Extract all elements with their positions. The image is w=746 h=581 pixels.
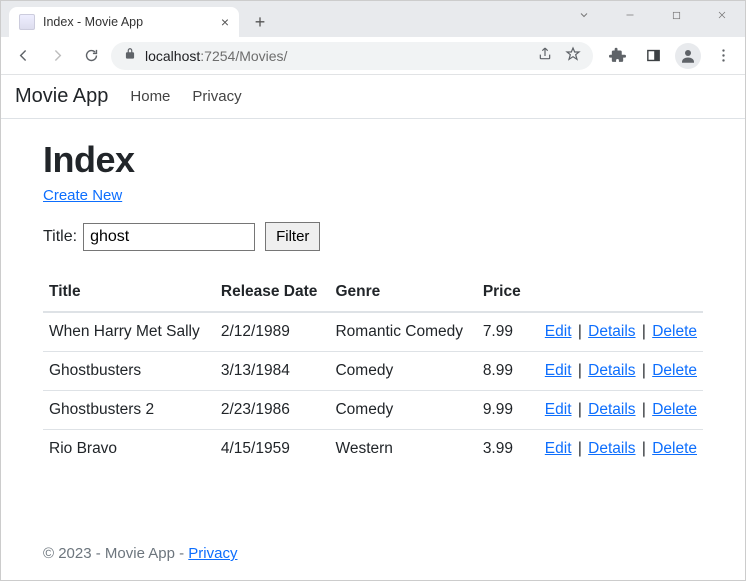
cell-actions: Edit | Details | Delete — [530, 430, 703, 469]
reload-button[interactable] — [77, 42, 105, 70]
create-new-link[interactable]: Create New — [43, 187, 122, 204]
new-tab-button[interactable]: + — [245, 7, 275, 37]
filter-button[interactable]: Filter — [265, 222, 320, 251]
cell-title: Rio Bravo — [43, 430, 215, 469]
col-actions — [530, 273, 703, 312]
table-row: Rio Bravo4/15/1959Western3.99Edit | Deta… — [43, 430, 703, 469]
back-button[interactable] — [9, 42, 37, 70]
share-icon[interactable] — [537, 46, 553, 65]
lock-icon — [123, 47, 137, 64]
cell-release: 4/15/1959 — [215, 430, 330, 469]
browser-tab[interactable]: Index - Movie App × — [9, 7, 239, 37]
close-tab-button[interactable]: × — [221, 15, 229, 29]
table-row: When Harry Met Sally2/12/1989Romantic Co… — [43, 312, 703, 352]
col-price: Price — [477, 273, 530, 312]
kebab-menu-icon[interactable] — [709, 42, 737, 70]
cell-release: 2/12/1989 — [215, 312, 330, 352]
title-filter-input[interactable] — [83, 223, 255, 251]
chevron-down-icon[interactable] — [561, 1, 607, 29]
edit-link[interactable]: Edit — [545, 440, 572, 457]
page-title: Index — [43, 139, 703, 181]
side-panel-icon[interactable] — [639, 42, 667, 70]
brand-link[interactable]: Movie App — [15, 85, 108, 108]
details-link[interactable]: Details — [588, 323, 635, 340]
cell-genre: Comedy — [329, 391, 476, 430]
cell-price: 7.99 — [477, 312, 530, 352]
edit-link[interactable]: Edit — [545, 362, 572, 379]
cell-actions: Edit | Details | Delete — [530, 391, 703, 430]
cell-actions: Edit | Details | Delete — [530, 352, 703, 391]
url-text: localhost:7254/Movies/ — [145, 48, 287, 64]
edit-link[interactable]: Edit — [545, 401, 572, 418]
cell-price: 3.99 — [477, 430, 530, 469]
movies-table: Title Release Date Genre Price When Harr… — [43, 273, 703, 468]
filter-form: Title: Filter — [43, 222, 703, 251]
cell-title: Ghostbusters 2 — [43, 391, 215, 430]
cell-actions: Edit | Details | Delete — [530, 312, 703, 352]
delete-link[interactable]: Delete — [652, 323, 697, 340]
cell-genre: Romantic Comedy — [329, 312, 476, 352]
col-title: Title — [43, 273, 215, 312]
footer-text: © 2023 - Movie App - — [43, 545, 188, 562]
cell-release: 2/23/1986 — [215, 391, 330, 430]
app-navbar: Movie App Home Privacy — [1, 75, 745, 119]
col-release: Release Date — [215, 273, 330, 312]
cell-genre: Western — [329, 430, 476, 469]
cell-price: 9.99 — [477, 391, 530, 430]
cell-title: Ghostbusters — [43, 352, 215, 391]
address-bar[interactable]: localhost:7254/Movies/ — [111, 42, 593, 70]
table-row: Ghostbusters3/13/1984Comedy8.99Edit | De… — [43, 352, 703, 391]
delete-link[interactable]: Delete — [652, 401, 697, 418]
bookmark-icon[interactable] — [565, 46, 581, 65]
delete-link[interactable]: Delete — [652, 362, 697, 379]
window-close-button[interactable] — [699, 1, 745, 29]
filter-label: Title: — [43, 228, 77, 246]
cell-price: 8.99 — [477, 352, 530, 391]
forward-button — [43, 42, 71, 70]
favicon-icon — [19, 14, 35, 30]
nav-privacy[interactable]: Privacy — [192, 88, 241, 105]
details-link[interactable]: Details — [588, 362, 635, 379]
extensions-icon[interactable] — [603, 42, 631, 70]
profile-avatar[interactable] — [675, 43, 701, 69]
cell-title: When Harry Met Sally — [43, 312, 215, 352]
details-link[interactable]: Details — [588, 401, 635, 418]
delete-link[interactable]: Delete — [652, 440, 697, 457]
cell-genre: Comedy — [329, 352, 476, 391]
nav-home[interactable]: Home — [130, 88, 170, 105]
window-minimize-button[interactable] — [607, 1, 653, 29]
browser-toolbar: localhost:7254/Movies/ — [1, 37, 745, 75]
col-genre: Genre — [329, 273, 476, 312]
details-link[interactable]: Details — [588, 440, 635, 457]
tab-title: Index - Movie App — [43, 15, 143, 29]
table-row: Ghostbusters 22/23/1986Comedy9.99Edit | … — [43, 391, 703, 430]
window-maximize-button[interactable] — [653, 1, 699, 29]
page-body: Index Create New Title: Filter Title Rel… — [1, 119, 745, 468]
app-footer: © 2023 - Movie App - Privacy — [1, 545, 745, 562]
cell-release: 3/13/1984 — [215, 352, 330, 391]
browser-titlebar: Index - Movie App × + — [1, 1, 745, 37]
edit-link[interactable]: Edit — [545, 323, 572, 340]
footer-privacy-link[interactable]: Privacy — [188, 545, 237, 562]
